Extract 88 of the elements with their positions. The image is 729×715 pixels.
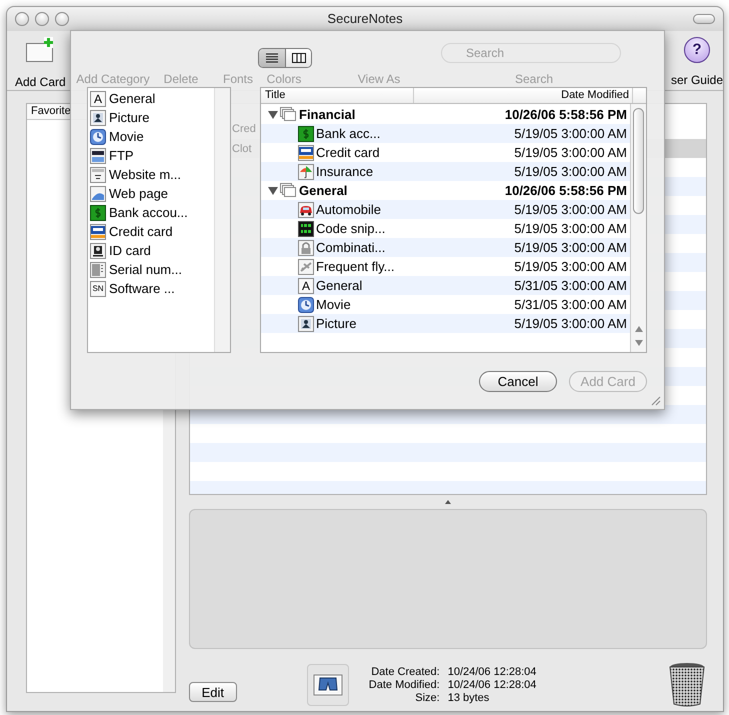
column-view-icon xyxy=(292,53,306,63)
card-title: Combinati... xyxy=(316,238,386,257)
card-date: 5/19/05 3:00:00 AM xyxy=(514,238,628,257)
card-date: 5/19/05 3:00:00 AM xyxy=(514,220,628,238)
window-title: SecureNotes xyxy=(327,10,403,28)
card-title: Bank acc... xyxy=(316,124,382,143)
card-title: Picture xyxy=(316,314,358,333)
scroll-arrows-icon[interactable] xyxy=(634,324,642,348)
letter-icon: A xyxy=(90,90,106,106)
template-item[interactable]: FTP xyxy=(88,146,214,165)
credit-card-icon xyxy=(90,224,106,240)
id-card-icon xyxy=(90,242,106,258)
dollar-icon xyxy=(298,126,314,142)
letter-icon: SN xyxy=(90,280,106,296)
movie-icon xyxy=(90,128,106,144)
info-value: 13 bytes xyxy=(448,692,490,704)
card-date: 5/19/05 3:00:00 AM xyxy=(514,144,628,162)
vertical-scrollbar[interactable] xyxy=(214,88,230,352)
letter-icon: A xyxy=(298,278,314,294)
template-item[interactable]: Credit card xyxy=(88,222,214,241)
list-view-icon xyxy=(266,53,278,63)
template-item[interactable]: ID card xyxy=(88,241,214,260)
card-date: 5/31/05 3:00:00 AM xyxy=(514,276,628,295)
template-item[interactable]: Website m... xyxy=(88,165,214,184)
info-label: Date Modified: xyxy=(368,678,440,692)
scroll-thumb[interactable] xyxy=(633,108,644,214)
list-text: Clot xyxy=(231,142,253,156)
toolbar-label: Add Category xyxy=(76,71,150,88)
card-title: Movie xyxy=(316,296,352,314)
column-header[interactable]: Title xyxy=(261,88,414,103)
group-date: 10/26/06 5:58:56 PM xyxy=(504,182,628,200)
info-value: 10/24/06 12:28:04 xyxy=(448,666,536,678)
template-item[interactable]: Movie xyxy=(88,127,214,146)
add-card-icon xyxy=(25,35,56,65)
toolbar-label: Search xyxy=(514,71,554,88)
card-date: 5/19/05 3:00:00 AM xyxy=(514,124,628,143)
vertical-scrollbar[interactable] xyxy=(630,104,646,352)
column-header[interactable]: Date Modified xyxy=(414,88,633,103)
resize-grip-icon[interactable] xyxy=(651,396,661,406)
close-button[interactable] xyxy=(15,12,29,26)
disclosure-triangle-icon[interactable] xyxy=(268,186,278,196)
dialog-button[interactable]: Cancel xyxy=(479,371,557,392)
zoom-button[interactable] xyxy=(55,12,69,26)
toolbar-button[interactable]: Add Card xyxy=(15,35,66,91)
template-item[interactable]: Web page xyxy=(88,184,214,203)
info-label: Date Created: xyxy=(370,666,440,678)
card-title: Insurance xyxy=(316,162,374,181)
template-item[interactable]: Serial num... xyxy=(88,260,214,279)
search-field[interactable]: Search xyxy=(441,43,621,63)
card-date: 5/19/05 3:00:00 AM xyxy=(514,162,628,181)
trash-can-icon[interactable] xyxy=(669,662,705,708)
toolbar-label: Delete xyxy=(164,71,198,88)
template-item[interactable]: SN Software ... xyxy=(88,279,214,298)
shorts-icon xyxy=(312,674,343,696)
view-mode-segment[interactable] xyxy=(285,49,311,67)
card-title: Code snip... xyxy=(316,220,386,238)
card-title: Credit card xyxy=(316,144,381,162)
edit-button[interactable]: Edit xyxy=(188,682,237,702)
group-title: General xyxy=(299,182,348,200)
browser-window-icon xyxy=(90,166,106,182)
card-title: Automobile xyxy=(316,200,382,219)
toolbar-label: Colors xyxy=(266,71,302,88)
card-date: 5/19/05 3:00:00 AM xyxy=(514,200,628,219)
splitter-handle-icon[interactable] xyxy=(444,500,451,504)
help-icon: ? xyxy=(684,37,710,63)
disclosure-triangle-icon[interactable] xyxy=(268,110,278,120)
dollar-icon xyxy=(90,204,106,220)
list-text: Cred xyxy=(231,122,257,136)
card-date: 5/31/05 3:00:00 AM xyxy=(514,296,628,314)
binary-code-icon xyxy=(298,220,314,236)
info-value: 10/24/06 12:28:04 xyxy=(448,678,536,692)
group-title: Financial xyxy=(299,106,356,124)
template-item[interactable]: Bank accou... xyxy=(88,203,214,222)
toolbar-label: Fonts xyxy=(223,71,253,88)
group-date: 10/26/06 5:58:56 PM xyxy=(504,106,628,124)
toolbar-button[interactable]: ? ser Guide xyxy=(670,35,723,89)
card-date: 5/19/05 3:00:00 AM xyxy=(514,314,628,333)
device-icon xyxy=(90,262,106,278)
ftp-icon xyxy=(90,148,106,164)
view-mode-segment[interactable] xyxy=(259,49,285,67)
minimize-button[interactable] xyxy=(35,12,49,26)
picture-icon xyxy=(90,110,106,126)
info-label: Size: xyxy=(414,692,440,704)
card-date: 5/19/05 3:00:00 AM xyxy=(514,258,628,276)
web-page-icon xyxy=(90,186,106,202)
card-title: General xyxy=(316,276,364,295)
card-title: Frequent fly... xyxy=(316,258,396,276)
toolbar-label: View As xyxy=(358,71,400,88)
